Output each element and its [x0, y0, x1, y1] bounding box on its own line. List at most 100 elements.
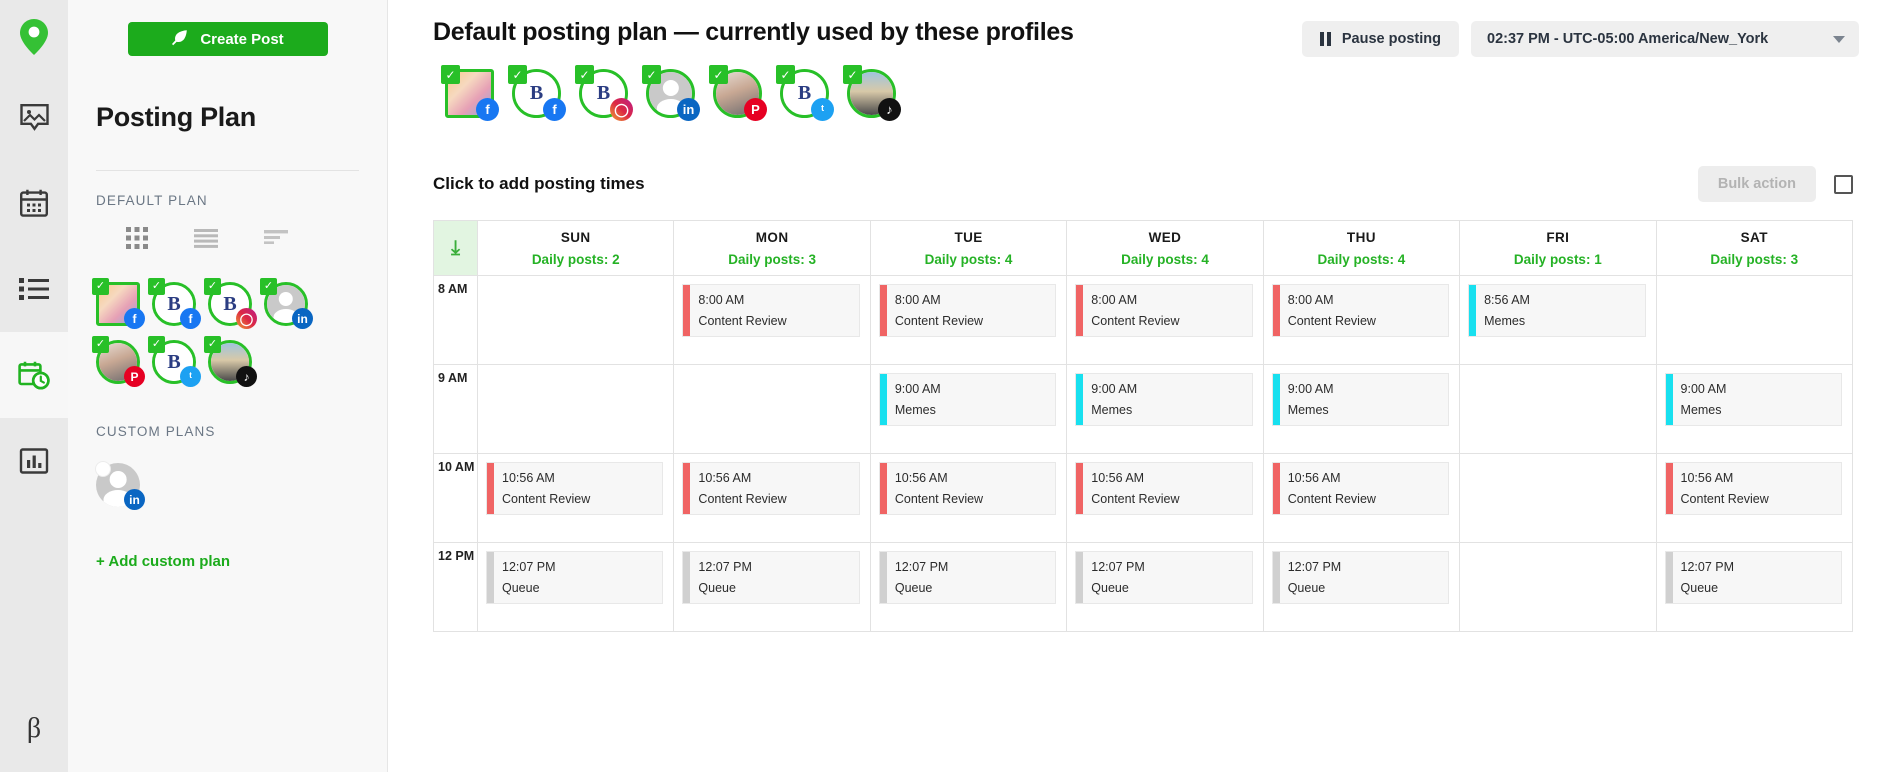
posting-time-event[interactable]: 12:07 PMQueue — [1075, 551, 1252, 604]
select-all-checkbox[interactable] — [1834, 175, 1853, 194]
day-header-sun[interactable]: SUNDaily posts: 2 — [478, 221, 674, 276]
calendar-icon[interactable] — [0, 160, 68, 246]
profile-avatar-twitter[interactable]: ✓Bᵗ — [152, 340, 196, 384]
posting-time-event[interactable]: 8:00 AMContent Review — [682, 284, 859, 337]
posting-time-event[interactable]: 8:00 AMContent Review — [1272, 284, 1449, 337]
calendar-cell[interactable] — [478, 276, 674, 365]
calendar-cell[interactable] — [674, 365, 870, 454]
profile-avatar-linkedin[interactable]: ✓in — [646, 69, 695, 118]
profile-avatar-facebook[interactable]: ✓f — [96, 282, 140, 326]
posting-time-event[interactable]: 10:56 AMContent Review — [1665, 462, 1842, 515]
profile-avatar-facebook[interactable]: ✓Bf — [512, 69, 561, 118]
posting-time-event[interactable]: 8:00 AMContent Review — [1075, 284, 1252, 337]
calendar-cell[interactable]: 12:07 PMQueue — [674, 543, 870, 632]
posting-time-event[interactable]: 9:00 AMMemes — [1272, 373, 1449, 426]
posting-time-event[interactable]: 8:56 AMMemes — [1468, 284, 1645, 337]
posting-time-event[interactable]: 12:07 PMQueue — [682, 551, 859, 604]
event-time: 9:00 AM — [895, 382, 941, 396]
logo-pin-icon[interactable] — [0, 0, 68, 74]
media-post-icon[interactable] — [0, 74, 68, 160]
timezone-select[interactable]: 02:37 PM - UTC-05:00 America/New_York — [1471, 21, 1859, 57]
posting-time-event[interactable]: 8:00 AMContent Review — [879, 284, 1056, 337]
compact-view-icon[interactable] — [264, 230, 288, 251]
event-color-bar — [1469, 285, 1476, 336]
profile-avatar-twitter[interactable]: ✓Bᵗ — [780, 69, 829, 118]
calendar-cell[interactable] — [1656, 276, 1852, 365]
posting-time-event[interactable]: 9:00 AMMemes — [1665, 373, 1842, 426]
day-header-thu[interactable]: THUDaily posts: 4 — [1263, 221, 1459, 276]
day-header-tue[interactable]: TUEDaily posts: 4 — [870, 221, 1066, 276]
calendar-cell[interactable]: 12:07 PMQueue — [1656, 543, 1852, 632]
day-header-mon[interactable]: MONDaily posts: 3 — [674, 221, 870, 276]
list-icon[interactable] — [0, 246, 68, 332]
posting-time-event[interactable]: 12:07 PMQueue — [879, 551, 1056, 604]
calendar-cell[interactable]: 8:00 AMContent Review — [1263, 276, 1459, 365]
calendar-cell[interactable]: 12:07 PMQueue — [478, 543, 674, 632]
calendar-cell[interactable]: 12:07 PMQueue — [1067, 543, 1263, 632]
calendar-cell[interactable] — [1460, 365, 1656, 454]
calendar-cell[interactable]: 10:56 AMContent Review — [1067, 454, 1263, 543]
calendar-cell[interactable]: 8:00 AMContent Review — [1067, 276, 1263, 365]
day-header-fri[interactable]: FRIDaily posts: 1 — [1460, 221, 1656, 276]
calendar-cell[interactable]: 12:07 PMQueue — [1263, 543, 1459, 632]
list-view-icon[interactable] — [194, 229, 218, 253]
posting-time-event[interactable]: 10:56 AMContent Review — [682, 462, 859, 515]
posting-time-event[interactable]: 10:56 AMContent Review — [879, 462, 1056, 515]
calendar-cell[interactable]: 10:56 AMContent Review — [478, 454, 674, 543]
profile-avatar-pinterest[interactable]: ✓P — [713, 69, 762, 118]
profile-avatar-instagram[interactable]: ✓B◯ — [208, 282, 252, 326]
posting-time-event[interactable]: 12:07 PMQueue — [1665, 551, 1842, 604]
profile-avatar-facebook[interactable]: ✓Bf — [152, 282, 196, 326]
calendar-cell[interactable] — [478, 365, 674, 454]
calendar-cell[interactable] — [1460, 543, 1656, 632]
posting-time-event[interactable]: 9:00 AM Memes — [879, 373, 1056, 426]
event-text: 8:00 AMContent Review — [690, 285, 786, 336]
sidebar-item-posting-plan[interactable] — [0, 332, 68, 418]
day-header-sat[interactable]: SATDaily posts: 3 — [1656, 221, 1852, 276]
posting-time-event[interactable]: 10:56 AMContent Review — [1272, 462, 1449, 515]
event-color-bar — [880, 552, 887, 603]
analytics-icon[interactable] — [0, 418, 68, 504]
posting-time-event[interactable]: 12:07 PMQueue — [1272, 551, 1449, 604]
calendar-cell[interactable]: 10:56 AMContent Review — [1263, 454, 1459, 543]
panel-divider — [96, 170, 359, 171]
posting-time-event[interactable]: 9:00 AMMemes — [1075, 373, 1252, 426]
profile-avatar-pinterest[interactable]: ✓P — [96, 340, 140, 384]
event-time: 10:56 AM — [502, 471, 555, 485]
sort-column-header[interactable]: ⤓ — [434, 221, 478, 276]
default-plan-label: DEFAULT PLAN — [96, 193, 359, 208]
calendar-cell[interactable]: 9:00 AMMemes — [1656, 365, 1852, 454]
calendar-cell[interactable]: 9:00 AM Memes — [870, 365, 1066, 454]
posting-time-event[interactable]: 10:56 AMContent Review — [1075, 462, 1252, 515]
calendar-cell[interactable]: 8:56 AMMemes — [1460, 276, 1656, 365]
beta-badge[interactable]: β — [0, 686, 68, 772]
posting-time-event[interactable]: 10:56 AMContent Review — [486, 462, 663, 515]
add-custom-plan-button[interactable]: + Add custom plan — [96, 553, 359, 570]
calendar-header: ⤓ SUNDaily posts: 2MONDaily posts: 3TUED… — [434, 221, 1853, 276]
profile-avatar-linkedin[interactable]: ✓in — [264, 282, 308, 326]
calendar-cell[interactable]: 12:07 PMQueue — [870, 543, 1066, 632]
calendar-cell[interactable]: 8:00 AMContent Review — [674, 276, 870, 365]
grid-view-icon[interactable] — [126, 227, 148, 254]
profile-avatar-facebook[interactable]: ✓f — [445, 69, 494, 118]
profile-avatar-instagram[interactable]: ✓B◯ — [579, 69, 628, 118]
pause-posting-button[interactable]: Pause posting — [1302, 21, 1459, 57]
calendar-cell[interactable]: 10:56 AMContent Review — [674, 454, 870, 543]
event-name: Memes — [895, 403, 936, 417]
calendar-cell[interactable]: 9:00 AMMemes — [1263, 365, 1459, 454]
create-post-button[interactable]: Create Post — [128, 22, 328, 56]
event-text: 10:56 AMContent Review — [1280, 463, 1376, 514]
calendar-cell[interactable]: 10:56 AMContent Review — [1656, 454, 1852, 543]
profile-avatar-linkedin[interactable]: in — [96, 463, 140, 507]
calendar-cell[interactable]: 9:00 AMMemes — [1067, 365, 1263, 454]
calendar-cell[interactable]: 8:00 AMContent Review — [870, 276, 1066, 365]
event-time: 9:00 AM — [1288, 382, 1334, 396]
profile-avatar-tiktok[interactable]: ✓♪ — [208, 340, 252, 384]
posting-time-event[interactable]: 12:07 PMQueue — [486, 551, 663, 604]
calendar-cell[interactable]: 10:56 AMContent Review — [870, 454, 1066, 543]
profile-avatar-tiktok[interactable]: ✓♪ — [847, 69, 896, 118]
selected-check-icon: ✓ — [843, 65, 862, 84]
bulk-action-button[interactable]: Bulk action — [1698, 166, 1816, 202]
day-header-wed[interactable]: WEDDaily posts: 4 — [1067, 221, 1263, 276]
calendar-cell[interactable] — [1460, 454, 1656, 543]
